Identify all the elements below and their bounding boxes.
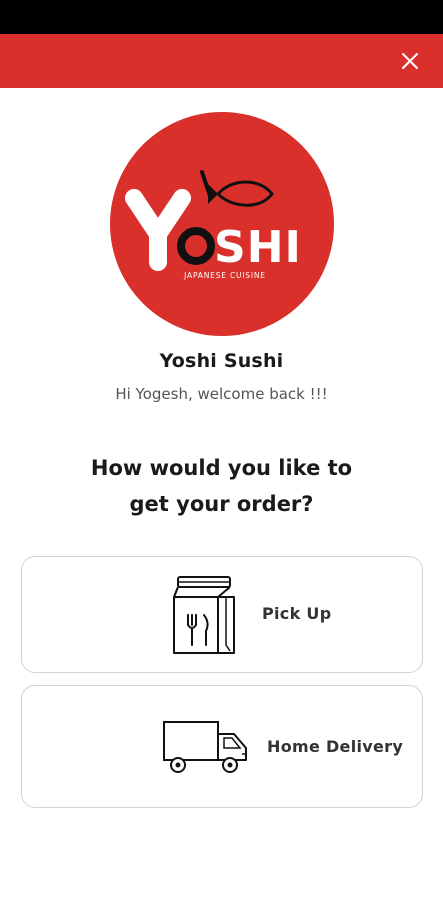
- logo-tagline: JAPANESE CUISINE: [183, 271, 266, 280]
- svg-text:SHI: SHI: [214, 222, 302, 273]
- delivery-truck-icon: [162, 720, 250, 776]
- close-button[interactable]: [399, 50, 421, 72]
- welcome-message: Hi Yogesh, welcome back !!!: [115, 385, 328, 403]
- pickup-label: Pick Up: [262, 604, 332, 623]
- status-bar: [0, 0, 443, 34]
- question-line-1: How would you like to: [90, 456, 353, 480]
- store-name: Yoshi Sushi: [159, 350, 284, 372]
- restaurant-logo: SHI JAPANESE CUISINE: [110, 112, 334, 336]
- home-delivery-option[interactable]: Home Delivery: [21, 685, 423, 808]
- question-line-2: get your order?: [129, 492, 314, 516]
- header-bar: [0, 34, 443, 88]
- order-type-question: How would you like to get your order?: [40, 450, 403, 522]
- pickup-option[interactable]: Pick Up: [21, 556, 423, 673]
- close-icon: [402, 53, 418, 69]
- takeout-bag-icon: [172, 575, 236, 655]
- home-delivery-label: Home Delivery: [267, 737, 404, 756]
